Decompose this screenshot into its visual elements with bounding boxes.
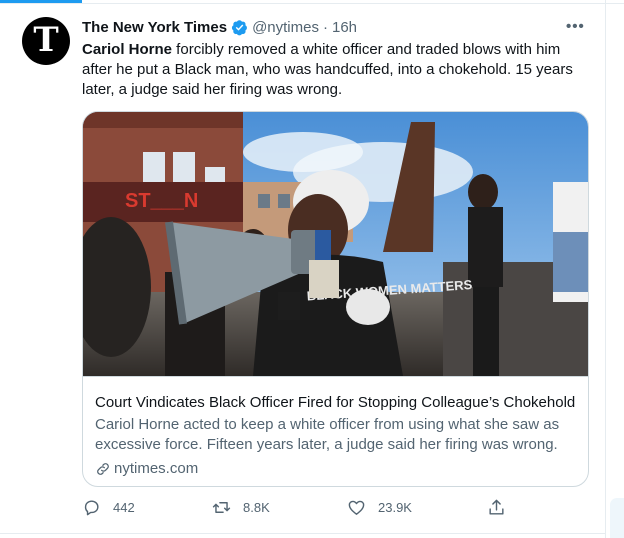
handle[interactable]: @nytimes xyxy=(252,19,319,36)
card-domain-text: nytimes.com xyxy=(114,460,199,477)
card-title[interactable]: Court Vindicates Black Officer Fired for… xyxy=(95,393,580,413)
timestamp[interactable]: 16h xyxy=(332,19,357,36)
scroll-button-edge[interactable] xyxy=(610,498,624,538)
like-button[interactable]: 23.9K xyxy=(347,498,412,517)
link-card[interactable]: ST___N BLACK WOMEN MATTERS Court Vindica… xyxy=(82,111,589,487)
timeline-right-border xyxy=(605,0,606,538)
separator-dot: · xyxy=(322,18,328,36)
reply-count: 442 xyxy=(113,500,135,515)
reply-icon xyxy=(84,500,99,516)
share-button[interactable] xyxy=(487,498,518,517)
retweet-icon xyxy=(212,502,231,513)
card-body[interactable]: Court Vindicates Black Officer Fired for… xyxy=(83,376,588,486)
share-icon xyxy=(489,499,504,515)
display-name[interactable]: The New York Times xyxy=(82,19,227,36)
verified-badge-icon xyxy=(231,19,247,35)
tweet[interactable]: T The New York Times @nytimes · 16h ••• … xyxy=(0,4,605,534)
like-icon xyxy=(348,500,365,515)
tweet-text-bold[interactable]: Cariol Horne xyxy=(82,41,172,58)
like-count: 23.9K xyxy=(378,500,412,515)
bottom-divider xyxy=(0,533,605,534)
tweet-text: Cariol Horne forcibly removed a white of… xyxy=(82,40,587,100)
retweet-button[interactable]: 8.8K xyxy=(212,498,270,517)
storefront-sign: ST___N xyxy=(125,190,198,212)
tweet-header: The New York Times @nytimes · 16h xyxy=(82,17,357,37)
reply-button[interactable]: 442 xyxy=(82,498,135,517)
more-icon[interactable]: ••• xyxy=(566,18,585,35)
card-image[interactable]: ST___N BLACK WOMEN MATTERS xyxy=(83,112,588,376)
card-domain[interactable]: nytimes.com xyxy=(95,459,198,479)
card-description: Cariol Horne acted to keep a white offic… xyxy=(95,416,560,453)
avatar-logo-letter: T xyxy=(33,20,59,60)
avatar[interactable]: T xyxy=(22,17,70,65)
link-icon xyxy=(97,463,109,475)
action-bar: 442 8.8K 23.9K xyxy=(82,498,512,518)
retweet-count: 8.8K xyxy=(243,500,270,515)
